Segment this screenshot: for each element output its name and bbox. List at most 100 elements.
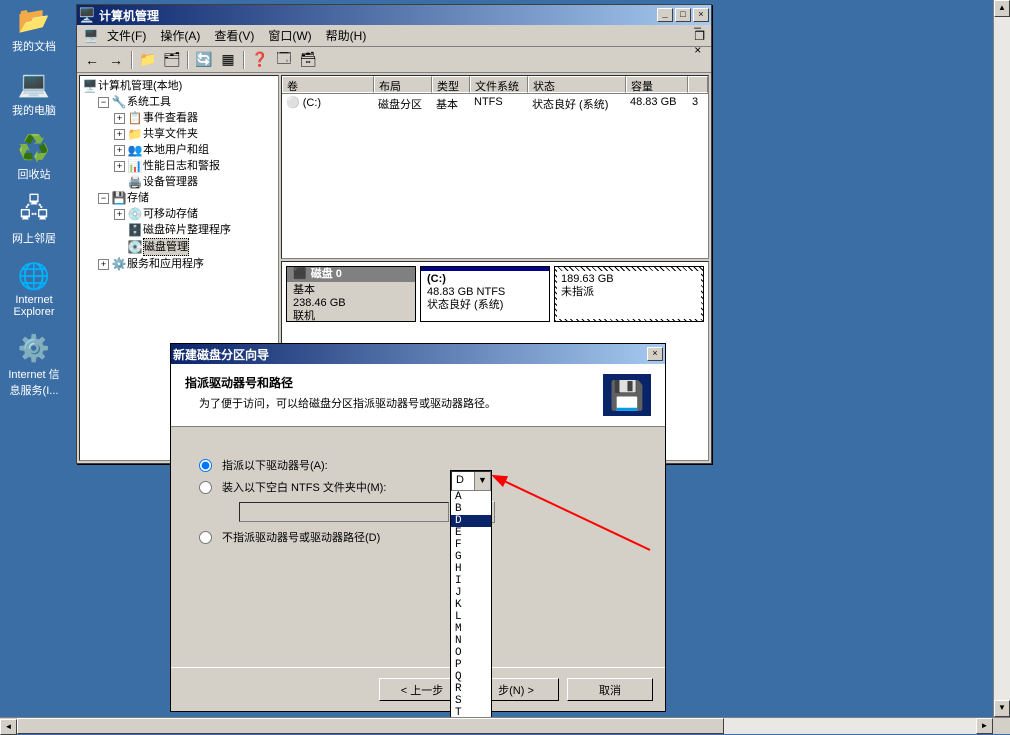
dropdown-option[interactable]: N: [451, 635, 491, 647]
dropdown-option[interactable]: I: [451, 575, 491, 587]
scroll-track[interactable]: [994, 17, 1010, 700]
dropdown-option[interactable]: Q: [451, 671, 491, 683]
menu-file[interactable]: 文件(F): [101, 25, 152, 46]
internet-explorer-icon[interactable]: 🌐Internet Explorer: [4, 260, 64, 318]
col-capacity[interactable]: 容量: [626, 76, 688, 93]
child-close-button[interactable]: ×: [694, 43, 705, 57]
radio-mount-input[interactable]: [199, 481, 212, 494]
dropdown-list[interactable]: ABDEFGHIJKLMNOPQRST: [451, 491, 491, 719]
iis-icon[interactable]: ⚙️Internet 信息服务(I...: [4, 332, 64, 398]
col-volume[interactable]: 卷: [282, 76, 374, 93]
dropdown-option[interactable]: D: [451, 515, 491, 527]
network-neighborhood-icon[interactable]: 🖧网上邻居: [4, 196, 64, 246]
scroll-right-button[interactable]: ►: [976, 718, 993, 734]
help-button[interactable]: ❓: [249, 49, 271, 71]
drive-letter-dropdown[interactable]: D ▼ ABDEFGHIJKLMNOPQRST: [450, 470, 492, 720]
up-button[interactable]: 📁: [137, 49, 159, 71]
tree-devmgr[interactable]: 🖨️设备管理器: [114, 174, 276, 190]
radio-noassign-input[interactable]: [199, 531, 212, 544]
dropdown-option[interactable]: B: [451, 503, 491, 515]
tree-users[interactable]: +👥本地用户和组: [114, 142, 276, 158]
scroll-thumb[interactable]: [17, 718, 724, 734]
menu-action[interactable]: 操作(A): [154, 25, 206, 46]
chevron-down-icon[interactable]: ▼: [474, 472, 490, 490]
tree-shared[interactable]: +📁共享文件夹: [114, 126, 276, 142]
tree-storage[interactable]: −💾存储: [98, 190, 276, 206]
forward-button[interactable]: →: [105, 49, 127, 71]
expand-icon[interactable]: +: [98, 259, 109, 270]
tree-systools[interactable]: −🔧系统工具: [98, 94, 276, 110]
collapse-icon[interactable]: −: [98, 193, 109, 204]
cancel-button[interactable]: 取消: [567, 678, 653, 701]
my-computer-icon[interactable]: 💻我的电脑: [4, 68, 64, 118]
wizard-close-button[interactable]: ×: [647, 347, 663, 361]
dropdown-option[interactable]: K: [451, 599, 491, 611]
vertical-scrollbar[interactable]: ▲ ▼: [993, 0, 1010, 717]
tree-eventviewer[interactable]: +📋事件查看器: [114, 110, 276, 126]
disk-info[interactable]: ⬛磁盘 0 基本 238.46 GB 联机: [286, 266, 416, 322]
tree-services[interactable]: +⚙️服务和应用程序: [98, 256, 276, 272]
col-fs[interactable]: 文件系统: [470, 76, 528, 93]
folder-icon: 📂: [18, 4, 50, 36]
storage-icon: 💾: [111, 191, 127, 205]
partition-unallocated[interactable]: 189.63 GB 未指派: [554, 266, 704, 322]
dropdown-option[interactable]: H: [451, 563, 491, 575]
minimize-button[interactable]: _: [657, 8, 673, 22]
radio-assign-input[interactable]: [199, 459, 212, 472]
unalloc-status: 未指派: [561, 286, 594, 298]
scroll-up-button[interactable]: ▲: [994, 0, 1010, 17]
back-button[interactable]: ←: [81, 49, 103, 71]
col-layout[interactable]: 布局: [374, 76, 432, 93]
child-restore-button[interactable]: ❐: [694, 29, 705, 43]
dropdown-option[interactable]: G: [451, 551, 491, 563]
scroll-down-button[interactable]: ▼: [994, 700, 1010, 717]
partition-c[interactable]: (C:) 48.83 GB NTFS 状态良好 (系统): [420, 266, 550, 322]
dropdown-option[interactable]: F: [451, 539, 491, 551]
scroll-left-button[interactable]: ◄: [0, 719, 17, 735]
maximize-button[interactable]: □: [675, 8, 691, 22]
properties-button[interactable]: 🗂: [161, 49, 183, 71]
expand-icon[interactable]: +: [114, 113, 125, 124]
horizontal-scrollbar[interactable]: ◄ ►: [0, 717, 1010, 734]
share-icon: 📁: [127, 127, 143, 141]
dropdown-option[interactable]: A: [451, 491, 491, 503]
list-button[interactable]: ▦: [217, 49, 239, 71]
tree-defrag[interactable]: 🗄️磁盘碎片整理程序: [114, 222, 276, 238]
tree-diskmgmt[interactable]: 💽磁盘管理: [114, 238, 276, 256]
refresh-button[interactable]: 🔄: [193, 49, 215, 71]
recycle-bin-icon[interactable]: ♻️回收站: [4, 132, 64, 182]
dropdown-option[interactable]: E: [451, 527, 491, 539]
child-minimize-button[interactable]: _: [694, 15, 705, 29]
radio-mount-folder[interactable]: 装入以下空白 NTFS 文件夹中(M):: [199, 479, 637, 495]
expand-icon[interactable]: +: [114, 161, 125, 172]
dropdown-option[interactable]: R: [451, 683, 491, 695]
dropdown-option[interactable]: P: [451, 659, 491, 671]
expand-icon[interactable]: +: [114, 209, 125, 220]
collapse-icon[interactable]: −: [98, 97, 109, 108]
extra2-button[interactable]: 🗃: [297, 49, 319, 71]
dropdown-option[interactable]: L: [451, 611, 491, 623]
dropdown-option[interactable]: S: [451, 695, 491, 707]
dropdown-option[interactable]: M: [451, 623, 491, 635]
tree-removable[interactable]: +💿可移动存储: [114, 206, 276, 222]
expand-icon[interactable]: +: [114, 129, 125, 140]
extra1-button[interactable]: 🗔: [273, 49, 295, 71]
col-status[interactable]: 状态: [528, 76, 626, 93]
my-documents-icon[interactable]: 📂我的文档: [4, 4, 64, 54]
dropdown-option[interactable]: J: [451, 587, 491, 599]
volume-list[interactable]: 卷 布局 类型 文件系统 状态 容量 ⚪ (C:) 磁盘分区 基本 NTFS 状…: [281, 75, 709, 259]
cell-type: 基本: [432, 95, 470, 113]
dropdown-option[interactable]: O: [451, 647, 491, 659]
tree-perf[interactable]: +📊性能日志和警报: [114, 158, 276, 174]
menu-window[interactable]: 窗口(W): [262, 25, 317, 46]
menu-help[interactable]: 帮助(H): [320, 25, 373, 46]
col-extra[interactable]: [688, 76, 708, 93]
app-menu-icon[interactable]: 🖥️: [83, 28, 99, 44]
menu-view[interactable]: 查看(V): [208, 25, 260, 46]
col-type[interactable]: 类型: [432, 76, 470, 93]
radio-assign-letter[interactable]: 指派以下驱动器号(A):: [199, 457, 637, 473]
tree-root[interactable]: 🖥️计算机管理(本地): [82, 78, 276, 94]
expand-icon[interactable]: +: [114, 145, 125, 156]
volume-row[interactable]: ⚪ (C:) 磁盘分区 基本 NTFS 状态良好 (系统) 48.83 GB 3: [282, 94, 708, 114]
radio-no-assign[interactable]: 不指派驱动器号或驱动器路径(D): [199, 529, 637, 545]
